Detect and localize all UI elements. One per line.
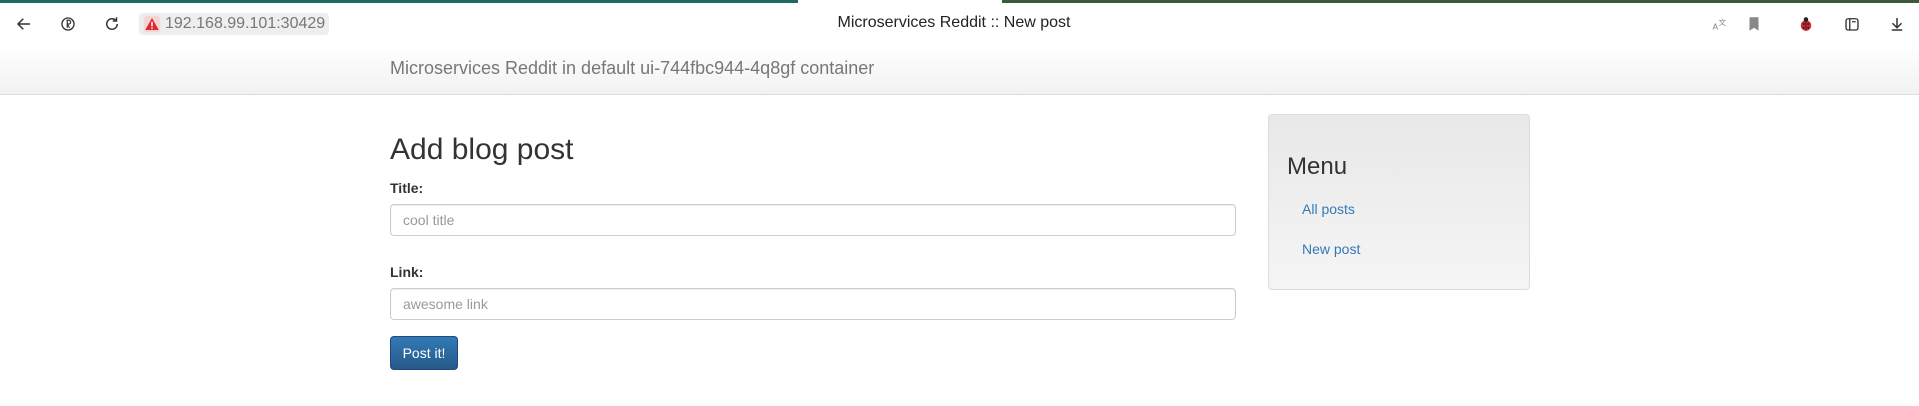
ladybug-icon [1800, 17, 1812, 31]
reload-icon [106, 17, 118, 30]
collections-icon [1845, 18, 1859, 31]
menu-heading: Menu [1287, 153, 1348, 180]
yandex-icon [61, 17, 75, 31]
back-button[interactable] [10, 10, 38, 38]
download-icon [1891, 18, 1903, 31]
link-input[interactable]: awesome link [390, 288, 1236, 320]
extension-button[interactable] [1792, 10, 1820, 38]
navbar-brand[interactable]: Microservices Reddit in default ui-744fb… [390, 58, 874, 79]
menu-link-all-posts[interactable]: All posts [1302, 201, 1355, 217]
menu-link-new-post[interactable]: New post [1302, 241, 1360, 257]
yandex-button[interactable] [54, 10, 82, 38]
address-bar[interactable]: 192.168.99.101:30429 [139, 13, 330, 35]
sidebar-menu: Menu All posts New post [1268, 114, 1530, 290]
translate-button[interactable]: A文 [1706, 10, 1734, 38]
svg-text:文: 文 [1719, 17, 1727, 27]
navbar: Microservices Reddit in default ui-744fb… [0, 44, 1919, 95]
add-post-form: Add blog post Title: cool title Link: aw… [390, 128, 1238, 370]
page-heading: Add blog post [390, 133, 574, 166]
download-button[interactable] [1883, 10, 1911, 38]
collections-button[interactable] [1838, 10, 1866, 38]
bookmark-icon [1749, 17, 1759, 31]
browser-toolbar: 192.168.99.101:30429 Microservices Reddi… [0, 3, 1919, 45]
translate-icon: A文 [1713, 17, 1727, 32]
bookmark-button[interactable] [1740, 10, 1768, 38]
tab-title: Microservices Reddit :: New post [837, 14, 1071, 31]
title-input[interactable]: cool title [390, 204, 1236, 236]
arrow-left-icon [16, 18, 30, 30]
url-text: 192.168.99.101:30429 [165, 15, 326, 32]
link-label: Link: [390, 264, 424, 280]
post-button[interactable]: Post it! [390, 336, 458, 370]
svg-text:A: A [1713, 21, 1719, 31]
reload-button[interactable] [98, 10, 126, 38]
warning-icon [143, 15, 161, 33]
title-label: Title: [390, 180, 424, 196]
